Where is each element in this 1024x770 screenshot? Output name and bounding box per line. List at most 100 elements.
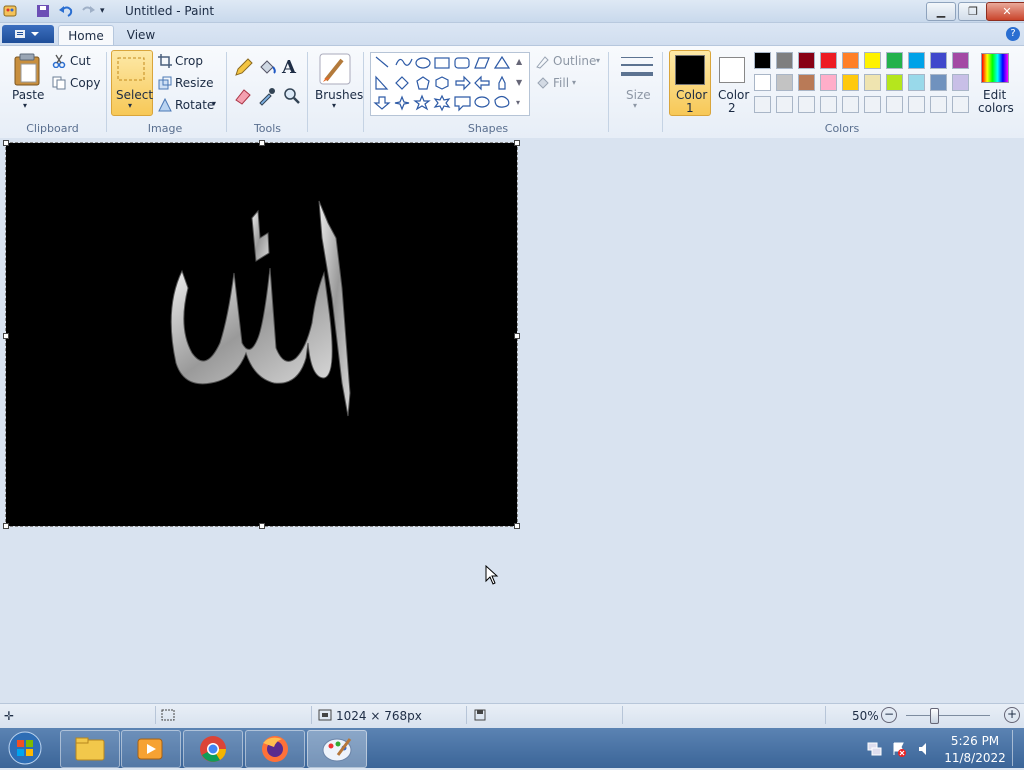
palette-swatch[interactable] <box>952 74 969 91</box>
undo-icon[interactable] <box>58 4 73 18</box>
paste-icon[interactable] <box>12 52 42 89</box>
palette-swatch[interactable] <box>754 74 771 91</box>
outline-button[interactable]: Outline <box>553 54 596 68</box>
shapes-scroll-up-icon[interactable]: ▲ <box>516 57 522 66</box>
color2-swatch[interactable] <box>719 57 745 83</box>
canvas-resize-handle[interactable] <box>514 523 520 529</box>
resize-icon[interactable] <box>158 76 172 93</box>
file-menu-button[interactable] <box>2 25 54 43</box>
paint-app-icon[interactable] <box>3 4 17 18</box>
palette-swatch[interactable] <box>908 74 925 91</box>
fill-bucket-icon[interactable] <box>257 58 277 81</box>
custom-color-slot[interactable] <box>798 96 815 113</box>
action-center-icon[interactable] <box>891 741 907 760</box>
text-tool-icon[interactable]: A <box>282 57 296 78</box>
zoom-out-button[interactable]: − <box>881 707 897 723</box>
canvas-resize-handle[interactable] <box>259 523 265 529</box>
palette-swatch[interactable] <box>798 52 815 69</box>
select-dropdown-icon[interactable]: ▾ <box>128 101 132 110</box>
edit-colors-icon[interactable] <box>981 53 1009 83</box>
edit-colors-label[interactable]: Edit <box>983 88 1006 102</box>
resize-button[interactable]: Resize <box>175 76 213 90</box>
palette-swatch[interactable] <box>776 52 793 69</box>
brushes-dropdown-icon[interactable]: ▾ <box>332 101 336 110</box>
size-dropdown-icon[interactable]: ▾ <box>633 101 637 110</box>
volume-icon[interactable] <box>917 741 933 760</box>
custom-color-slot[interactable] <box>864 96 881 113</box>
brushes-label[interactable]: Brushes <box>315 88 363 102</box>
drawing-canvas[interactable] <box>5 142 518 527</box>
taskbar-paint[interactable] <box>307 730 367 768</box>
paste-dropdown-icon[interactable]: ▾ <box>23 101 27 110</box>
custom-color-slot[interactable] <box>930 96 947 113</box>
network-icon[interactable] <box>866 741 882 760</box>
clock-date[interactable]: 11/8/2022 <box>943 751 1007 765</box>
outline-icon[interactable] <box>535 55 549 72</box>
fill-dropdown-icon[interactable]: ▾ <box>572 78 576 87</box>
palette-swatch[interactable] <box>798 74 815 91</box>
palette-swatch[interactable] <box>754 52 771 69</box>
copy-icon[interactable] <box>52 76 66 93</box>
canvas-resize-handle[interactable] <box>259 140 265 146</box>
tab-view[interactable]: View <box>118 25 164 45</box>
custom-color-slot[interactable] <box>842 96 859 113</box>
palette-swatch[interactable] <box>776 74 793 91</box>
rotate-icon[interactable] <box>158 97 172 115</box>
palette-swatch[interactable] <box>864 74 881 91</box>
palette-swatch[interactable] <box>820 74 837 91</box>
fill-icon[interactable] <box>535 76 549 93</box>
crop-icon[interactable] <box>158 54 172 71</box>
cut-icon[interactable] <box>52 54 66 71</box>
palette-swatch[interactable] <box>908 52 925 69</box>
tab-home[interactable]: Home <box>58 25 114 46</box>
canvas-resize-handle[interactable] <box>3 523 9 529</box>
shapes-gallery[interactable] <box>370 52 530 116</box>
size-icon[interactable] <box>620 55 654 88</box>
crop-button[interactable]: Crop <box>175 54 203 68</box>
outline-dropdown-icon[interactable]: ▾ <box>596 56 600 65</box>
taskbar-firefox[interactable] <box>245 730 305 768</box>
custom-color-slot[interactable] <box>776 96 793 113</box>
fill-button[interactable]: Fill <box>553 76 569 90</box>
custom-color-slot[interactable] <box>908 96 925 113</box>
color-picker-icon[interactable] <box>257 86 277 109</box>
magnifier-icon[interactable] <box>282 86 302 109</box>
custom-color-slot[interactable] <box>820 96 837 113</box>
canvas-resize-handle[interactable] <box>3 140 9 146</box>
pencil-icon[interactable] <box>233 58 253 81</box>
clock-time[interactable]: 5:26 PM <box>950 734 1000 748</box>
palette-swatch[interactable] <box>886 52 903 69</box>
palette-swatch[interactable] <box>952 52 969 69</box>
paste-button[interactable]: Paste <box>12 88 44 102</box>
brushes-icon[interactable] <box>318 52 352 89</box>
customize-qat-icon[interactable]: ▾ <box>100 6 105 16</box>
save-icon[interactable] <box>36 4 50 18</box>
zoom-slider-track[interactable] <box>906 715 990 716</box>
show-desktop-button[interactable] <box>1012 730 1023 766</box>
palette-swatch[interactable] <box>842 74 859 91</box>
help-icon[interactable]: ? <box>1006 27 1020 41</box>
palette-swatch[interactable] <box>886 74 903 91</box>
shapes-scroll-down-icon[interactable]: ▼ <box>516 78 522 87</box>
canvas-resize-handle[interactable] <box>514 140 520 146</box>
color2-label[interactable]: Color <box>718 88 749 102</box>
minimize-button[interactable]: ▁ <box>926 2 956 21</box>
zoom-in-button[interactable]: + <box>1004 707 1020 723</box>
taskbar-explorer[interactable] <box>60 730 120 768</box>
custom-color-slot[interactable] <box>886 96 903 113</box>
rotate-button[interactable]: Rotate <box>175 98 214 112</box>
eraser-icon[interactable] <box>233 86 253 109</box>
palette-swatch[interactable] <box>930 52 947 69</box>
cut-button[interactable]: Cut <box>70 54 91 68</box>
custom-color-slot[interactable] <box>754 96 771 113</box>
copy-button[interactable]: Copy <box>70 76 100 90</box>
palette-swatch[interactable] <box>864 52 881 69</box>
shapes-more-icon[interactable]: ▾ <box>516 98 520 107</box>
taskbar-chrome[interactable] <box>183 730 243 768</box>
custom-color-slot[interactable] <box>952 96 969 113</box>
canvas-resize-handle[interactable] <box>514 333 520 339</box>
close-button[interactable]: ✕ <box>986 2 1024 21</box>
palette-swatch[interactable] <box>930 74 947 91</box>
redo-icon[interactable] <box>80 4 95 18</box>
palette-swatch[interactable] <box>820 52 837 69</box>
